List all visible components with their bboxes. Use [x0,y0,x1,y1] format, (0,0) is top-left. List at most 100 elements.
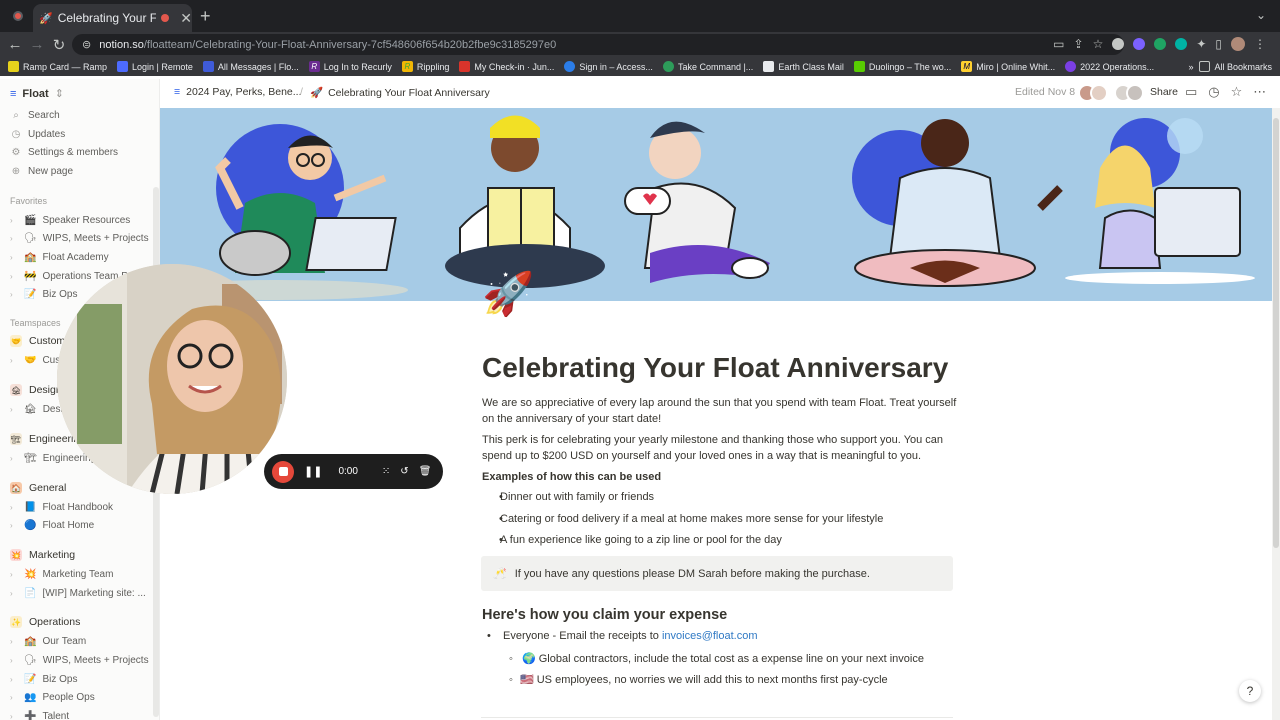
camera-icon[interactable]: ▭ [1053,37,1064,51]
page-title[interactable]: Celebrating Your Float Anniversary [482,352,948,384]
sidebar-updates[interactable]: ◷ Updates [10,125,66,143]
sidebar-item-wip-marketing[interactable]: › 📄 [WIP] Marketing site: ... [10,584,146,602]
profile-avatar[interactable] [1231,37,1245,51]
edited-timestamp: Edited Nov 8 [1015,86,1076,98]
list-item[interactable]: A fun experience like going to a zip lin… [499,534,782,546]
list-item[interactable]: ◦ 🇺🇸 US employees, no worries we will ad… [509,673,888,686]
screen-recorder-controls: ❚❚ 0:00 ⁙ ↺ 🗑 [264,454,443,489]
sidebar-item-biz-ops[interactable]: › 📝 Biz Ops [10,285,77,303]
sidebar-item-biz-ops-2[interactable]: › 📝 Biz Ops [10,670,77,688]
teamspaces-label: Teamspaces [10,318,61,328]
more-menu-icon[interactable]: ⋮ [1254,37,1266,51]
stop-recording-button[interactable] [272,460,294,483]
bookmark-star-icon[interactable]: ☆ [1093,37,1104,51]
bookmark[interactable]: All Messages | Flo... [202,61,299,72]
teamspace-general[interactable]: 🏠 General [10,479,66,497]
sidebar-new-page[interactable]: ⊕ New page [10,162,73,180]
more-bookmarks-icon[interactable]: » [1188,62,1193,72]
list-item[interactable]: Catering or food delivery if a meal at h… [499,513,883,525]
back-icon[interactable]: ← [4,36,26,53]
list-item[interactable]: Dinner out with family or friends [499,491,654,503]
webcam-bubble[interactable] [57,264,287,494]
side-panel-icon[interactable]: ▯ [1215,37,1222,51]
sidebar-item-our-team[interactable]: › 🏫 Our Team [10,632,86,650]
browser-tab[interactable]: 🚀 Celebrating Your Float Anniversary ✕ [33,4,192,32]
bookmark[interactable]: R Rippling [401,61,449,72]
sidebar-item-wips-ops[interactable]: › 🗣 WIPS, Meets + Projects [10,651,149,669]
bookmark[interactable]: Ramp Card — Ramp [8,61,107,72]
callout-block[interactable]: 🥂 If you have any questions please DM Sa… [481,556,953,591]
remote-icon [117,61,129,72]
bookmark[interactable]: Login | Remote [117,61,193,72]
address-bar[interactable]: ⊜ notion.so/floatteam/Celebrating-Your-F… [72,34,1124,55]
tab-search-chevron-icon[interactable]: ⌄ [1256,8,1266,22]
bookmark[interactable]: Sign in – Access... [564,61,653,72]
help-button[interactable]: ? [1239,680,1261,702]
bookmark[interactable]: Duolingo – The wo... [853,61,951,72]
people-icon: 🏫 [24,635,37,647]
email-link[interactable]: invoices@float.com [662,630,758,642]
sidebar-item-wips[interactable]: › 🗣 WIPS, Meets + Projects [10,229,149,247]
bookmark[interactable]: 2022 Operations... [1065,61,1154,72]
burst-icon: 💥 [10,549,22,561]
avatar[interactable] [1126,84,1144,102]
workspace-switcher[interactable]: ≡ Float ⇕ [10,87,64,101]
sidebar-item-float-home[interactable]: › 🔵 Float Home [10,516,94,534]
more-horizontal-icon[interactable]: ⋯ [1253,84,1266,100]
breadcrumb-parent[interactable]: ≡ 2024 Pay, Perks, Bene... [174,86,302,98]
site-info-icon[interactable]: ⊜ [82,38,91,51]
duolingo-icon [853,61,865,72]
sidebar-item-float-academy[interactable]: › 🏫 Float Academy [10,248,109,266]
restart-icon[interactable]: ↺ [400,466,408,477]
page-scrollbar[interactable] [1272,108,1280,720]
move-handle-icon[interactable]: ⁙ [382,466,390,477]
bookmark[interactable]: My Check-in · Jun... [459,61,554,72]
new-tab-button[interactable]: + [200,6,211,27]
share-button[interactable]: Share [1150,86,1178,98]
list-item[interactable]: Everyone - Email the receipts to invoice… [487,630,758,642]
people-icon: 👥 [24,691,37,703]
cover-image[interactable] [160,108,1272,301]
teamspace-marketing[interactable]: 💥 Marketing [10,546,75,564]
comments-icon[interactable]: ▭ [1185,84,1197,100]
extension-icon[interactable] [1112,38,1125,50]
sidebar-item-people-ops[interactable]: › 👥 People Ops [10,688,95,706]
reload-icon[interactable]: ↻ [48,36,70,54]
sidebar-settings[interactable]: ⚙ Settings & members [10,143,119,161]
trash-icon[interactable]: 🗑 [419,466,432,477]
close-tab-icon[interactable]: ✕ [180,10,192,27]
sidebar-item-float-handbook[interactable]: › 📘 Float Handbook [10,498,113,516]
all-bookmarks-folder[interactable]: All Bookmarks [1199,61,1272,72]
claim-heading[interactable]: Here's how you claim your expense [482,607,727,623]
sidebar-search[interactable]: ⌕ Search [10,106,60,124]
sidebar-item-talent[interactable]: › ➕ Talent [10,707,69,720]
search-icon: ⌕ [13,109,19,121]
page-icon: 📄 [24,587,37,599]
sidebar-item-speaker-resources[interactable]: › 🎬 Speaker Resources [10,211,130,229]
rocket-icon: 🚀 [39,12,53,25]
bookmark[interactable]: Earth Class Mail [763,61,844,72]
teamspace-operations[interactable]: ✨ Operations [10,613,80,631]
intro-paragraph[interactable]: We are so appreciative of every lap arou… [482,395,962,427]
breadcrumb-current[interactable]: 🚀 Celebrating Your Float Anniversary [310,86,490,100]
list-item[interactable]: ◦ 🌍 Global contractors, include the tota… [509,652,924,665]
extensions-puzzle-icon[interactable]: ✦ [1196,37,1206,51]
history-icon[interactable]: ◷ [1208,84,1219,100]
favorite-star-icon[interactable]: ☆ [1231,84,1243,100]
pause-icon[interactable]: ❚❚ [304,465,322,478]
speaking-head-icon: 🗣 [24,654,37,666]
teamspace-design[interactable]: 🏚 Design [10,381,62,399]
forward-icon[interactable]: → [26,36,48,53]
bookmark[interactable]: M Miro | Online Whit... [961,61,1055,72]
bookmark[interactable]: Take Command |... [662,61,753,72]
sidebar-item-marketing-team[interactable]: › 💥 Marketing Team [10,565,113,583]
share-page-icon[interactable]: ⇪ [1074,37,1084,51]
examples-heading[interactable]: Examples of how this can be used [482,469,962,485]
extension-icon[interactable] [1133,38,1146,50]
bookmark[interactable]: R Log In to Recurly [308,61,392,72]
avatar[interactable] [1090,84,1108,102]
page-rocket-icon[interactable]: 🚀 [482,270,534,319]
perk-paragraph[interactable]: This perk is for celebrating your yearly… [482,432,962,464]
extension-icon[interactable] [1154,38,1167,50]
extension-icon[interactable] [1175,38,1188,50]
